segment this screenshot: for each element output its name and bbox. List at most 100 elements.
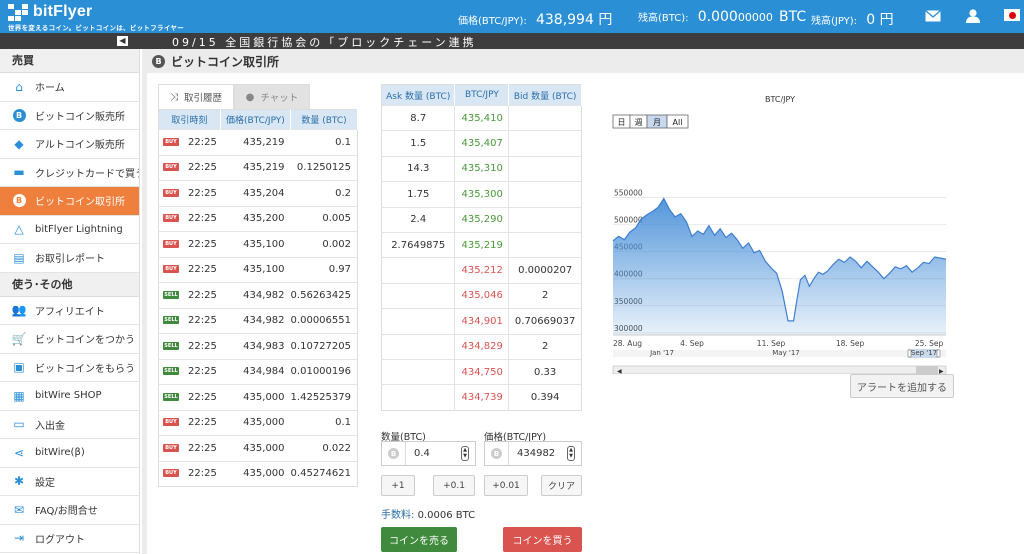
sidebar-item-other-4[interactable]: ▭ 入出金 (0, 411, 139, 439)
sidebar-section-other: 使う･その他 (0, 272, 139, 297)
sidebar-item-label: ログアウト (35, 534, 85, 546)
trade-price: 435,100 (220, 256, 291, 283)
ask-row[interactable]: 2.7649875 435,219 (381, 231, 582, 258)
qty-input[interactable] (406, 448, 461, 459)
ask-row[interactable]: 14.3 435,310 (381, 155, 582, 182)
sidebar-item-other-0[interactable]: 👥 アフィリエイト (0, 297, 139, 325)
jpy-balance-label: 残高(JPY): (811, 16, 858, 27)
bitflyer-logo-icon (8, 3, 28, 21)
sidebar-item-label: FAQ/お問合せ (35, 506, 98, 518)
buy-coin-button[interactable]: コインを買う (503, 527, 582, 552)
side-badge: BUY (163, 443, 179, 452)
sidebar-item-label: アフィリエイト (35, 306, 105, 318)
sidebar-item-other-5[interactable]: ⋖ bitWire(β) (0, 439, 139, 468)
chart-scrollbar[interactable] (612, 365, 947, 374)
report-icon: ▤ (13, 250, 25, 265)
ask-row[interactable]: 1.5 435,407 (381, 130, 582, 157)
bitflyer-logo[interactable]: bitFlyer (8, 3, 92, 21)
ask-row[interactable]: 8.7 435,410 (381, 104, 582, 131)
sidebar-collapse-button[interactable]: ◀ (117, 36, 128, 46)
navigator-label: Jan '17 (649, 349, 674, 357)
history-time-cell: SELL 22:25 (158, 282, 221, 308)
sidebar-item-trade-4[interactable]: B ビットコイン取引所 (0, 187, 139, 216)
table-row: BUY 22:25 435,000 0.1 (158, 409, 358, 436)
news-ticker: ◀ 09/15 全国銀行協会の「ブロックチェーン連携 (0, 33, 1024, 49)
sidebar-item-trade-1[interactable]: B ビットコイン販売所 (0, 102, 139, 130)
mail-icon[interactable] (925, 9, 941, 23)
sidebar-item-other-8[interactable]: ⇥ ログアウト (0, 525, 139, 553)
chart-scrollbar-thumb[interactable] (916, 366, 938, 374)
sidebar-item-trade-0[interactable]: ⌂ ホーム (0, 73, 139, 102)
range-label-0: 日 (618, 118, 626, 127)
sidebar-item-trade-3[interactable]: ▬ クレジットカードで買う (0, 159, 139, 187)
sidebar-item-trade-2[interactable]: ◆ アルトコイン販売所 (0, 130, 139, 159)
trade-time: 22:25 (188, 442, 217, 454)
clear-button[interactable]: クリア (541, 475, 582, 496)
lightning-icon: △ (14, 222, 24, 237)
price-input[interactable] (509, 448, 567, 459)
sidebar-item-other-7[interactable]: ✉ FAQ/お問合せ (0, 496, 139, 525)
page-title: ビットコイン取引所 (171, 54, 280, 69)
price-stat: 価格(BTC/JPY): 438,994 円 (458, 9, 612, 29)
sidebar-item-other-6[interactable]: ✱ 設定 (0, 468, 139, 496)
price-stepper[interactable]: ▲ ▼ (567, 446, 575, 461)
history-time-cell: BUY 22:25 (158, 435, 221, 461)
add-0.1-button[interactable]: +0.1 (433, 475, 475, 496)
sidebar-item-other-2[interactable]: ▣ ビットコインをもらう (0, 354, 139, 382)
trade-qty: 0.005 (290, 205, 358, 232)
sidebar-item-label: ビットコインをもらう (35, 363, 135, 375)
gear-icon: ✱ (13, 474, 25, 489)
trade-time: 22:25 (188, 213, 217, 225)
tab-chat[interactable]: ● チャット (234, 84, 310, 109)
ask-row[interactable]: 2.4 435,290 (381, 206, 582, 233)
sidebar-item-trade-5[interactable]: △ bitFlyer Lightning (0, 216, 139, 244)
add-1-button[interactable]: +1 (381, 475, 415, 496)
x-tick-label: 11. Sep (757, 339, 786, 348)
ask-qty: 2.7649875 (381, 231, 456, 258)
side-badge: BUY (163, 239, 179, 248)
bid-row[interactable]: 435,212 0.0000207 (381, 257, 582, 284)
sidebar-item-label: ビットコインをつかう (35, 335, 135, 347)
btc-balance-label: 残高(BTC): (638, 13, 689, 24)
trade-time: 22:25 (188, 366, 217, 378)
bitcoin-icon: B (12, 194, 26, 208)
bid-row[interactable]: 434,750 0.33 (381, 358, 582, 385)
navigator-handle-right[interactable] (936, 349, 941, 358)
history-time-cell: SELL 22:25 (158, 358, 221, 385)
trade-price: 435,000 (220, 435, 291, 461)
japan-flag-icon[interactable] (1004, 9, 1020, 21)
bid-row[interactable]: 434,739 0.394 (381, 384, 582, 411)
fee-label: 手数料: (381, 510, 415, 521)
scroll-left-icon[interactable]: ◀ (617, 368, 622, 374)
trade-time: 22:25 (188, 136, 217, 148)
sidebar-item-other-3[interactable]: ▦ bitWire SHOP (0, 382, 139, 411)
navigator-label: Sep '17 (911, 349, 937, 357)
trade-time: 22:25 (188, 264, 217, 276)
tab-history[interactable]: ⤨ 取引履歴 (158, 84, 234, 109)
sidebar-item-trade-6[interactable]: ▤ お取引レポート (0, 244, 139, 273)
trade-time: 22:25 (188, 391, 217, 403)
ask-qty-empty (381, 257, 456, 284)
ask-qty: 8.7 (381, 104, 456, 131)
add-alert-button[interactable]: アラートを追加する (850, 374, 954, 398)
main-content: B ビットコイン取引所 ⤨ 取引履歴 ● チャット 取引時刻 価格(BTC/JPY)… (147, 49, 1024, 554)
bid-row[interactable]: 435,046 2 (381, 282, 582, 309)
news-text[interactable]: 09/15 全国銀行協会の「ブロックチェーン連携 (172, 34, 477, 50)
bid-row[interactable]: 434,829 2 (381, 333, 582, 360)
table-row: SELL 22:25 434,982 0.00006551 (158, 307, 358, 334)
sidebar-item-label: ビットコイン取引所 (35, 197, 125, 209)
sell-coin-button[interactable]: コインを売る (381, 527, 457, 552)
trade-time: 22:25 (188, 187, 217, 199)
sidebar-item-other-1[interactable]: 🛒 ビットコインをつかう (0, 325, 139, 354)
ask-qty: 1.75 (381, 181, 456, 208)
price-value: 438,994 円 (535, 12, 613, 28)
user-icon[interactable] (965, 9, 981, 23)
history-header-time: 取引時刻 (158, 109, 221, 130)
trade-time: 22:25 (188, 162, 217, 174)
order-book-table: Ask 数量 (BTC) BTC/JPY Bid 数量 (BTC) 8.7 435… (381, 84, 582, 411)
ask-row[interactable]: 1.75 435,300 (381, 181, 582, 208)
qty-stepper[interactable]: ▲ ▼ (461, 446, 469, 461)
brand-name: bitFlyer (33, 3, 93, 20)
bid-row[interactable]: 434,901 0.70669037 (381, 308, 582, 335)
add-0.01-button[interactable]: +0.01 (484, 475, 528, 496)
